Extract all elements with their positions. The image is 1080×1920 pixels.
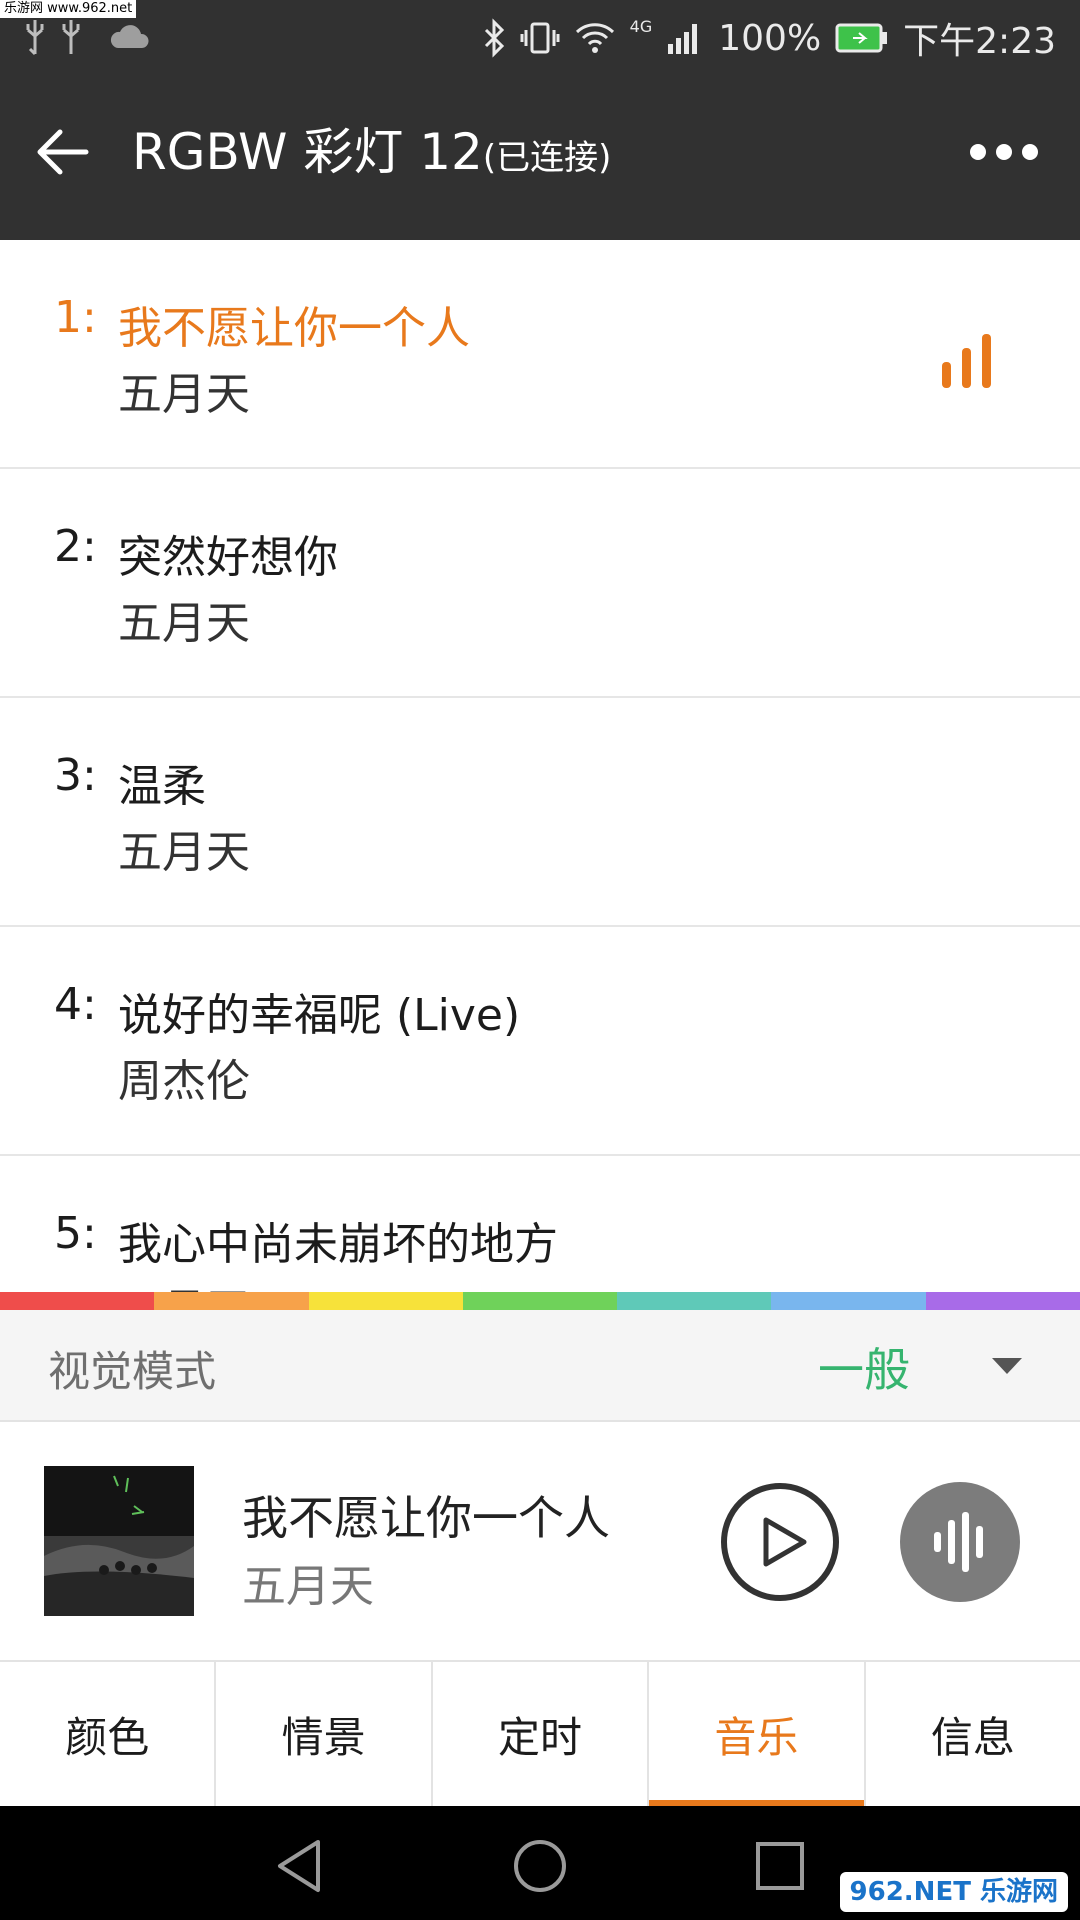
nav-home-icon[interactable]: [510, 1836, 570, 1896]
song-artist: 五月天: [118, 598, 250, 649]
system-nav-bar: 962.NET 乐游网: [0, 1806, 1080, 1920]
song-title: 突然好想你: [118, 532, 338, 583]
now-playing-title: 我不愿让你一个人: [242, 1491, 610, 1545]
now-playing-artist: 五月天: [242, 1561, 374, 1612]
rainbow-segment: [771, 1292, 926, 1310]
clock: 下午2:23: [903, 21, 1056, 62]
cloud-icon: [110, 25, 149, 48]
rainbow-strip: [0, 1292, 1080, 1310]
status-bar: 乐游网 www.962.net 4G 100% 下午2:23: [0, 0, 1080, 72]
song-list[interactable]: 1: 我不愿让你一个人 五月天 2: 突然好想你 五月天 3: 温柔 五月天 4…: [0, 240, 1080, 1292]
visual-mode-value[interactable]: 一般: [818, 1334, 910, 1400]
song-artist: 五月天: [118, 369, 250, 420]
song-artist: 五月天: [118, 1274, 250, 1292]
song-title: 说好的幸福呢 (Live): [118, 990, 521, 1041]
song-index: 4:: [54, 979, 97, 1030]
device-title: RGBW 彩灯 12(已连接): [132, 120, 611, 190]
tab-info[interactable]: 信息: [866, 1662, 1080, 1806]
sound-wave-icon[interactable]: [900, 1482, 1020, 1602]
signal-icon: [668, 24, 698, 54]
tab-timer[interactable]: 定时: [433, 1662, 650, 1806]
tab-color[interactable]: 颜色: [0, 1662, 217, 1806]
bottom-tab-bar: 颜色 情景 定时 音乐 信息: [0, 1662, 1080, 1806]
song-index: 5:: [54, 1208, 97, 1259]
rainbow-segment: [617, 1292, 772, 1310]
song-artist: 周杰伦: [118, 1056, 250, 1107]
tab-scene[interactable]: 情景: [216, 1662, 433, 1806]
play-icon[interactable]: [720, 1482, 840, 1602]
usb-icon: [62, 20, 80, 54]
rainbow-segment: [154, 1292, 309, 1310]
rainbow-segment: [0, 1292, 155, 1310]
device-name: RGBW 彩灯 12: [132, 123, 483, 181]
watermark-top: 乐游网 www.962.net: [0, 0, 137, 18]
rainbow-segment: [925, 1292, 1080, 1310]
now-playing-equalizer-icon: [942, 334, 991, 388]
connection-status: (已连接): [482, 138, 612, 178]
status-right: 4G 100% 下午2:23: [482, 10, 1056, 66]
rainbow-segment: [462, 1292, 618, 1310]
battery-percent: 100%: [718, 17, 822, 59]
song-title: 我心中尚未崩坏的地方: [118, 1219, 558, 1270]
song-index: 1:: [54, 292, 97, 343]
rainbow-segment: [308, 1292, 463, 1310]
vibrate-icon: [520, 22, 560, 54]
song-row[interactable]: 5: 我心中尚未崩坏的地方 五月天: [0, 1156, 1080, 1292]
usb-icon: [26, 20, 44, 56]
player-bar: 我不愿让你一个人 五月天: [0, 1422, 1080, 1662]
song-row[interactable]: 2: 突然好想你 五月天: [0, 469, 1080, 698]
album-art[interactable]: [44, 1466, 194, 1616]
song-title: 我不愿让你一个人: [118, 303, 470, 354]
wifi-icon: [575, 23, 614, 53]
song-row[interactable]: 3: 温柔 五月天: [0, 698, 1080, 927]
song-artist: 五月天: [118, 827, 250, 878]
nav-back-icon[interactable]: [270, 1836, 330, 1896]
network-type: 4G: [629, 16, 653, 36]
nav-recents-icon[interactable]: [750, 1836, 810, 1896]
more-options-icon[interactable]: [964, 128, 1044, 176]
bluetooth-icon: [484, 18, 504, 58]
battery-icon: [835, 23, 888, 53]
song-index: 2:: [54, 521, 97, 572]
back-arrow-icon[interactable]: [30, 116, 102, 188]
visual-mode-label: 视觉模式: [48, 1347, 217, 1396]
app-bar: RGBW 彩灯 12(已连接): [0, 72, 1080, 240]
song-title: 温柔: [118, 761, 206, 812]
song-row-active[interactable]: 1: 我不愿让你一个人 五月天: [0, 240, 1080, 469]
tab-music[interactable]: 音乐: [649, 1662, 866, 1806]
song-row[interactable]: 4: 说好的幸福呢 (Live) 周杰伦: [0, 927, 1080, 1156]
visual-mode-selector[interactable]: 视觉模式 一般: [0, 1310, 1080, 1422]
dropdown-arrow-icon[interactable]: [990, 1356, 1024, 1376]
watermark-logo: 962.NET 乐游网: [839, 1872, 1068, 1912]
song-index: 3:: [54, 750, 97, 801]
